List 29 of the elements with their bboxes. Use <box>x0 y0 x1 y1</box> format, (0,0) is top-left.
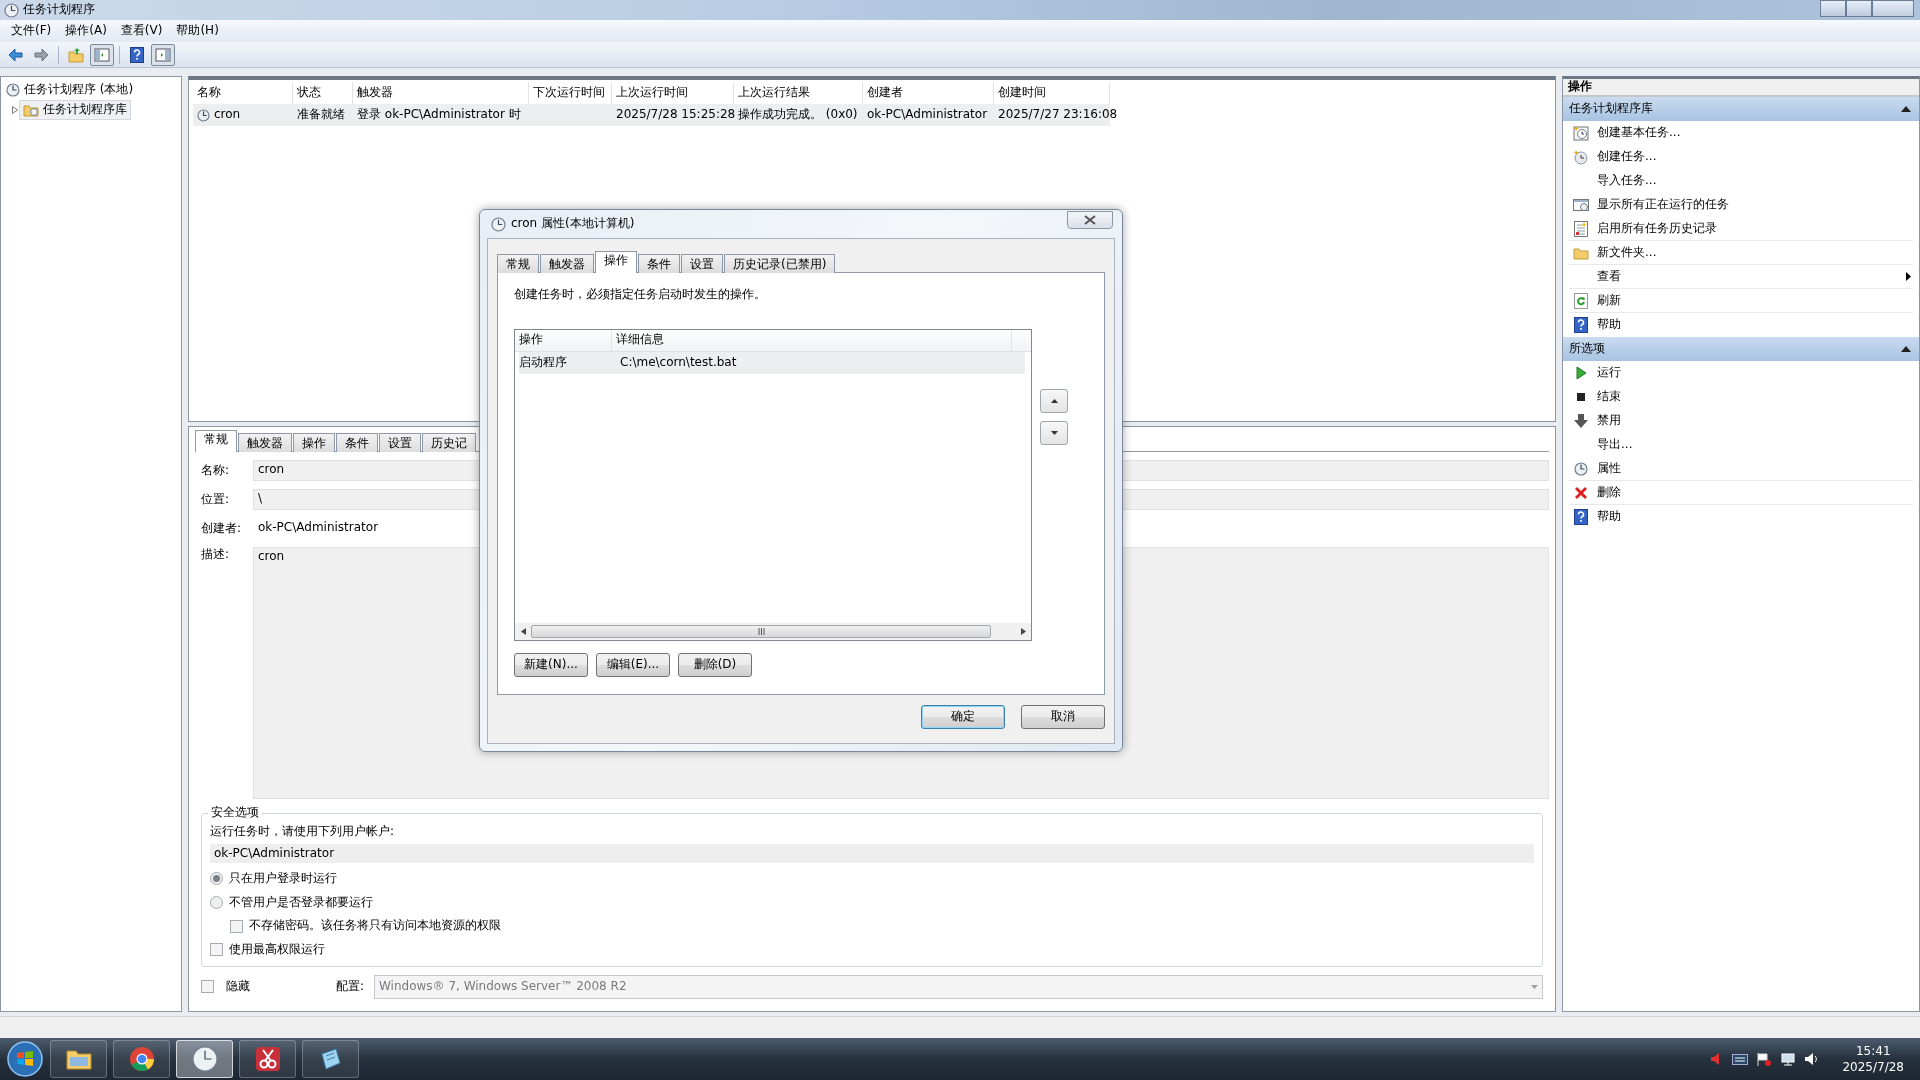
table-cell: 登录 ok-PC\Administrator 时 <box>357 107 521 122</box>
pane-title: 操作 <box>1563 79 1919 97</box>
checkbox-label: 隐藏 <box>226 978 251 995</box>
option-label: 不管用户是否登录都要运行 <box>229 894 373 911</box>
table-cell: 2025/7/28 15:25:28 <box>616 107 736 122</box>
window-title: 任务计划程序 <box>23 2 95 18</box>
table-cell: cron <box>214 107 241 123</box>
account-field: ok-PC\Administrator <box>210 843 1534 864</box>
group-title: 安全选项 <box>208 805 262 821</box>
option-label: 不存储密码。该任务将只有访问本地资源的权限 <box>249 918 501 934</box>
table-cell: 2025/7/27 23:16:08 <box>998 107 1118 122</box>
section-title: 任务计划程序库 <box>1569 101 1653 117</box>
table-cell-text: C:\me\corn\test.bat <box>619 354 738 371</box>
instruction-text: 创建任务时，必须指定任务启动时发生的操作。 <box>514 287 767 303</box>
option-label: 只在用户登录时运行 <box>229 871 337 887</box>
dialog-title: cron 属性(本地计算机) <box>511 216 635 232</box>
field-label: 名称: <box>200 462 231 479</box>
field-value: ok-PC\Administrator <box>257 519 380 536</box>
table-cell: ok-PC\Administrator <box>867 107 988 122</box>
table-cell-text: 启动程序 <box>519 354 568 371</box>
field-label: 描述: <box>200 547 231 563</box>
field-label: 创建者: <box>200 520 243 537</box>
table-cell: 操作成功完成。 (0x0) <box>738 107 858 122</box>
field-label: 配置: <box>336 978 366 995</box>
table-cell: 准备就绪 <box>297 107 345 122</box>
field-label: 位置: <box>200 491 231 508</box>
option-label: 使用最高权限运行 <box>229 941 325 958</box>
prompt-text: 运行任务时，请使用下列用户帐户: <box>210 824 396 840</box>
section-title: 所选项 <box>1569 341 1605 357</box>
